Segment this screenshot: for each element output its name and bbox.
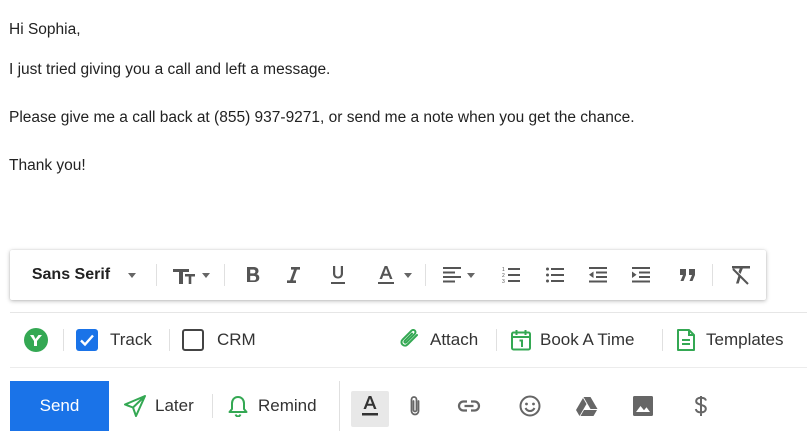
remind-label: Remind xyxy=(258,396,317,415)
emoji-icon xyxy=(519,395,541,417)
closing-text: Thank you! xyxy=(9,157,86,174)
text-color-button[interactable] xyxy=(368,250,420,300)
send-bar: Send Later Remind xyxy=(0,378,807,431)
remove-formatting-button[interactable] xyxy=(726,250,756,300)
body-line-1: I just tried giving you a call and left … xyxy=(9,61,331,78)
yesware-logo-icon xyxy=(24,328,48,352)
insert-emoji-button[interactable] xyxy=(517,381,543,431)
checked-checkbox-icon xyxy=(76,329,98,351)
italic-button[interactable] xyxy=(280,250,306,300)
attach-label: Attach xyxy=(430,330,479,349)
insert-drive-button[interactable] xyxy=(574,381,600,431)
tracking-bar: Track CRM Attach Book A Time Templates xyxy=(10,312,807,368)
divider xyxy=(662,329,663,351)
track-label: Track xyxy=(110,330,152,349)
italic-icon xyxy=(287,267,300,283)
remind-button[interactable]: Remind xyxy=(228,381,317,431)
underline-icon xyxy=(331,266,345,284)
drive-icon xyxy=(576,396,598,416)
template-document-icon xyxy=(677,329,695,351)
font-family-select[interactable]: Sans Serif xyxy=(20,250,148,300)
remove-formatting-icon xyxy=(732,266,750,285)
calendar-icon xyxy=(511,330,531,351)
font-family-label: Sans Serif xyxy=(31,266,111,283)
insert-link-button[interactable] xyxy=(456,381,482,431)
divider xyxy=(63,329,64,351)
insert-money-button[interactable] xyxy=(690,381,712,431)
templates-label: Templates xyxy=(706,330,784,349)
divider xyxy=(169,329,170,351)
divider xyxy=(212,394,213,418)
later-label: Later xyxy=(155,396,194,415)
indent-more-button[interactable] xyxy=(628,250,654,300)
bulleted-list-icon xyxy=(546,267,564,283)
divider xyxy=(712,264,713,286)
unchecked-checkbox-icon xyxy=(182,329,204,351)
book-a-time-button[interactable]: Book A Time xyxy=(510,313,635,367)
yesware-logo xyxy=(24,313,48,367)
indent-less-button[interactable] xyxy=(585,250,611,300)
svg-text:3: 3 xyxy=(502,279,505,284)
bold-icon xyxy=(247,267,260,282)
insert-photo-button[interactable] xyxy=(630,381,656,431)
templates-button[interactable]: Templates xyxy=(677,313,783,367)
font-size-icon xyxy=(173,269,195,284)
photo-icon xyxy=(633,396,653,416)
divider xyxy=(156,264,157,286)
attach-button[interactable]: Attach xyxy=(398,313,478,367)
divider xyxy=(425,264,426,286)
crm-checkbox[interactable]: CRM xyxy=(182,313,256,367)
divider xyxy=(496,329,497,351)
bulleted-list-button[interactable] xyxy=(542,250,568,300)
text-color-icon xyxy=(378,266,394,284)
align-icon xyxy=(443,267,461,283)
font-size-button[interactable] xyxy=(166,250,216,300)
bell-icon xyxy=(228,396,248,417)
formatting-toolbar: Sans Serif 123 xyxy=(10,250,766,300)
body-line-2: Please give me a call back at (855) 937-… xyxy=(9,109,635,126)
quote-icon xyxy=(680,269,695,281)
send-button[interactable]: Send xyxy=(10,381,109,431)
align-button[interactable] xyxy=(435,250,483,300)
indent-more-icon xyxy=(632,267,650,283)
crm-label: CRM xyxy=(217,330,256,349)
indent-less-icon xyxy=(589,267,607,283)
greeting-text: Hi Sophia, xyxy=(9,21,81,38)
chevron-down-icon xyxy=(128,272,137,278)
numbered-list-icon: 123 xyxy=(502,267,520,284)
send-later-button[interactable]: Later xyxy=(124,381,194,431)
underline-button[interactable] xyxy=(325,250,351,300)
text-color-icon xyxy=(362,396,378,416)
quote-button[interactable] xyxy=(675,250,701,300)
attach-icon xyxy=(410,396,420,416)
divider xyxy=(224,264,225,286)
paper-plane-icon xyxy=(124,395,146,417)
send-label: Send xyxy=(39,396,80,415)
paperclip-icon xyxy=(400,329,418,347)
numbered-list-button[interactable]: 123 xyxy=(498,250,524,300)
track-checkbox[interactable]: Track xyxy=(76,313,152,367)
book-a-time-label: Book A Time xyxy=(540,330,635,349)
divider xyxy=(339,381,340,431)
chevron-down-icon xyxy=(467,272,475,278)
formatting-toggle-button[interactable] xyxy=(351,381,389,431)
chevron-down-icon xyxy=(202,272,210,278)
chevron-down-icon xyxy=(404,272,412,278)
attach-file-button[interactable] xyxy=(404,381,426,431)
bold-button[interactable] xyxy=(240,250,266,300)
link-icon xyxy=(457,400,481,412)
dollar-icon xyxy=(694,396,707,416)
